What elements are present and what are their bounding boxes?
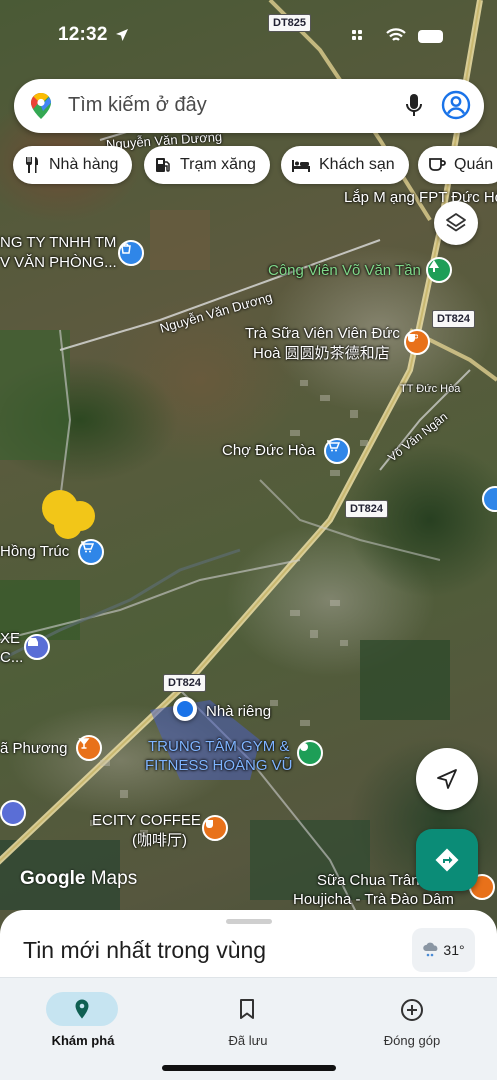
place-label[interactable]: (咖啡厅) — [132, 832, 187, 850]
account-icon[interactable] — [441, 90, 471, 120]
category-chips: Nhà hàng Trạm xăng Khách sạn Quán — [13, 146, 497, 184]
drink-poi-icon[interactable] — [76, 735, 102, 761]
place-label[interactable]: Hoà 圆圆奶茶德和店 — [253, 345, 390, 363]
chip-label: Quán — [454, 156, 494, 173]
chip-restaurants[interactable]: Nhà hàng — [13, 146, 133, 184]
search-bar[interactable]: Tìm kiếm ở đây — [14, 79, 484, 133]
nav-label: Khám phá — [51, 1033, 115, 1048]
home-indicator[interactable] — [162, 1065, 336, 1071]
rain-cloud-icon — [423, 942, 438, 957]
bookmark-icon — [240, 999, 254, 1019]
place-label[interactable]: Sữa Chua Trân — [317, 872, 420, 890]
park-tree-poi-icon[interactable] — [426, 257, 452, 283]
place-label[interactable]: Lắp M ạng FPT Đức Hò — [344, 189, 497, 207]
weather-badge[interactable]: 31° — [412, 928, 475, 972]
chip-hotels[interactable]: Khách sạn — [281, 146, 409, 184]
cellular-signal-icon — [352, 30, 362, 40]
place-label[interactable]: C... — [0, 649, 23, 667]
navigation-arrow-icon — [437, 769, 457, 789]
road-badge-dt824: DT824 — [163, 674, 207, 692]
temperature: 31° — [443, 942, 465, 958]
cafe-poi-icon[interactable] — [404, 329, 430, 355]
place-label[interactable]: NG TY TNHH TM — [0, 234, 116, 252]
nav-explore[interactable]: Khám phá — [18, 986, 148, 1050]
road-badge-dt824: DT824 — [432, 310, 476, 328]
status-time: 12:32 — [58, 24, 108, 45]
chip-label: Khách sạn — [319, 156, 395, 173]
chip-label: Trạm xăng — [180, 156, 256, 173]
place-label-gym[interactable]: TRUNG TÂM GYM & — [148, 738, 289, 756]
nav-label: Đã lưu — [228, 1033, 268, 1048]
google-maps-logo: Google Maps — [20, 868, 138, 889]
my-location-button[interactable] — [416, 748, 478, 810]
sheet-drag-handle[interactable] — [226, 919, 272, 924]
chip-cafes[interactable]: Quán — [418, 146, 497, 184]
shopping-bag-poi-icon[interactable] — [118, 240, 144, 266]
place-label[interactable]: TT Đức Hòa — [400, 380, 460, 398]
chip-label: Nhà hàng — [49, 156, 119, 173]
add-circle-icon — [401, 999, 423, 1021]
directions-button[interactable] — [416, 829, 478, 891]
nav-contribute[interactable]: Đóng góp — [347, 986, 477, 1050]
nav-label: Đóng góp — [383, 1033, 441, 1048]
explore-pin-icon — [75, 999, 89, 1019]
layers-icon — [446, 213, 466, 232]
home-location-dot-icon[interactable] — [173, 697, 197, 721]
search-input[interactable]: Tìm kiếm ở đây — [68, 94, 207, 117]
place-label[interactable]: Houjicha - Trà Đào Dâm — [293, 891, 454, 909]
place-label[interactable]: Trà Sữa Viên Viên Đức — [245, 325, 400, 343]
sheet-title: Tin mới nhất trong vùng — [23, 937, 267, 963]
chip-gas-stations[interactable]: Trạm xăng — [144, 146, 270, 184]
directions-icon — [435, 848, 459, 872]
place-label-market[interactable]: Chợ Đức Hòa — [222, 442, 315, 460]
gas-station-poi-icon[interactable] — [0, 800, 26, 826]
gas-station-icon — [156, 158, 170, 172]
place-label[interactable]: V VĂN PHÒNG... — [0, 254, 117, 272]
car-poi-icon[interactable] — [24, 634, 50, 660]
bottom-sheet[interactable]: Tin mới nhất trong vùng 31° — [0, 910, 497, 980]
layers-button[interactable] — [434, 201, 478, 245]
place-label[interactable]: Hồng Trúc — [0, 543, 69, 561]
google-maps-pin-icon — [31, 93, 51, 119]
place-label[interactable]: XE — [0, 630, 20, 648]
microphone-icon[interactable] — [404, 92, 424, 120]
place-label-gym[interactable]: FITNESS HOÀNG VŨ — [145, 757, 293, 775]
place-label[interactable]: ECITY COFFEE — [92, 812, 201, 830]
nav-saved[interactable]: Đã lưu — [183, 986, 313, 1050]
cart-poi-icon[interactable] — [78, 539, 104, 565]
hotel-icon — [292, 160, 310, 172]
cart-poi-icon[interactable] — [324, 438, 350, 464]
cafe-poi-icon[interactable] — [202, 815, 228, 841]
cafe-icon — [429, 158, 446, 171]
wifi-icon — [386, 28, 406, 41]
place-label[interactable]: ã Phương — [0, 740, 67, 758]
battery-icon — [418, 30, 443, 43]
location-arrow-icon — [116, 29, 128, 41]
place-label-park[interactable]: Công Viên Võ Văn Tần — [268, 262, 421, 280]
gym-poi-icon[interactable] — [297, 740, 323, 766]
home-label[interactable]: Nhà riêng — [206, 703, 271, 721]
restaurant-icon — [26, 157, 38, 173]
road-badge-dt824: DT824 — [345, 500, 389, 518]
status-bar: 12:32 — [0, 0, 497, 74]
